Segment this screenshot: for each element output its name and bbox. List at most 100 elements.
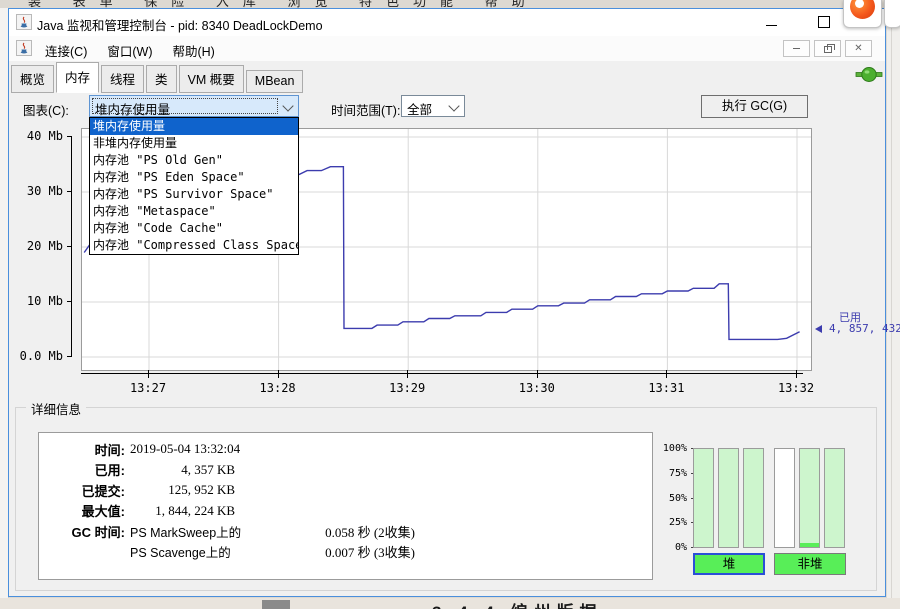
heap-pool-bar: [693, 448, 714, 548]
tab-概览[interactable]: 概览: [11, 65, 54, 93]
heap-pool-bar: [718, 448, 739, 548]
dropdown-item[interactable]: 堆内存使用量: [90, 118, 298, 135]
background-window-top-strip: 装 表单 保险 入库 浏览 特色功能 帮助: [0, 0, 900, 8]
dropdown-item[interactable]: 内存池 "PS Survivor Space": [90, 186, 298, 203]
gc-collector-name: PS Scavenge上的: [130, 542, 285, 561]
detail-row-committed: 已提交: 125, 952 KB: [39, 480, 652, 501]
x-tick-label: 13:32: [774, 381, 818, 395]
detail-label: 已提交:: [39, 481, 125, 500]
y-tick-mark: [67, 246, 72, 247]
browser-icon-card-2[interactable]: [884, 0, 900, 28]
x-tick-label: 13:28: [256, 381, 300, 395]
detail-value: 125, 952 KB: [125, 482, 235, 498]
frame-restore-icon: [824, 46, 832, 53]
nonheap-pool-bar: [774, 448, 795, 548]
background-menu-fragment: 装 表单 保险 入库 浏览 特色功能 帮助: [28, 0, 539, 8]
window-minimize-button[interactable]: [756, 13, 786, 31]
dropdown-item[interactable]: 内存池 "Metaspace": [90, 203, 298, 220]
x-tick-label: 13:27: [126, 381, 170, 395]
detail-label: 已用:: [39, 460, 125, 479]
frame-close-button[interactable]: ✕: [845, 40, 872, 57]
menu-bar: 连接(C) 窗口(W) 帮助(H) ✕: [9, 36, 885, 62]
dropdown-item[interactable]: 内存池 "Compressed Class Space": [90, 237, 298, 254]
dropdown-item[interactable]: 非堆内存使用量: [90, 135, 298, 152]
connection-status-icon: [855, 66, 883, 83]
browser-icon-card[interactable]: [843, 0, 882, 28]
nonheap-pool-bar: [799, 448, 820, 548]
bar-usage-strip: [800, 543, 819, 547]
dropdown-item[interactable]: 内存池 "PS Old Gen": [90, 152, 298, 169]
detail-value: 1, 844, 224 KB: [125, 503, 235, 519]
chart-combo-label: 图表(C):: [23, 100, 69, 119]
tab-类[interactable]: 类: [146, 65, 177, 93]
bar-fill: [800, 449, 819, 547]
gauge-percent-label: 50%: [657, 493, 687, 504]
y-tick-label: 40 Mb: [9, 129, 63, 143]
tab-MBean[interactable]: MBean: [246, 70, 304, 93]
menu-item[interactable]: 帮助(H): [166, 41, 220, 60]
perform-gc-button[interactable]: 执行 GC(G): [701, 95, 808, 118]
y-tick-mark: [67, 191, 72, 192]
maximize-icon: [818, 16, 830, 28]
chevron-down-icon: [448, 100, 459, 111]
tab-VM 概要[interactable]: VM 概要: [179, 65, 244, 93]
title-bar: Java 监视和管理控制台 - pid: 8340 DeadLockDemo: [9, 9, 885, 36]
nonheap-pool-bar: [824, 448, 845, 548]
detail-label: 时间:: [39, 440, 125, 459]
y-tick-mark: [67, 356, 72, 357]
background-right-strip: [887, 8, 900, 598]
window-title: Java 监视和管理控制台 - pid: 8340 DeadLockDemo: [37, 15, 323, 34]
tab-线程[interactable]: 线程: [101, 65, 144, 93]
x-tick-mark: [537, 370, 538, 378]
chart-combo-value: 堆内存使用量: [95, 99, 170, 118]
y-tick-label: 0.0 Mb: [9, 349, 63, 363]
background-bottom-box: [262, 600, 290, 609]
window-maximize-button[interactable]: [809, 13, 839, 31]
detail-row-gc-scavenge: PS Scavenge上的 0.007 秒 (3收集): [39, 542, 652, 563]
nonheap-gauge-button[interactable]: 非堆: [774, 553, 846, 575]
x-tick-label: 13:31: [644, 381, 688, 395]
menu-item[interactable]: 窗口(W): [101, 41, 158, 60]
tab-内存[interactable]: 内存: [56, 62, 99, 93]
frame-restore-button[interactable]: [814, 40, 841, 57]
gc-collector-value: 0.007 秒 (3收集): [285, 542, 415, 561]
bar-fill: [694, 449, 713, 547]
detail-row-max: 最大值: 1, 844, 224 KB: [39, 501, 652, 522]
range-combo-value: 全部: [407, 99, 432, 118]
gauge-percent-label: 25%: [657, 517, 687, 528]
detail-label: GC 时间:: [39, 522, 125, 541]
gauge-percent-label: 100%: [657, 443, 687, 454]
y-tick-label: 10 Mb: [9, 294, 63, 308]
minimize-icon: [766, 25, 777, 26]
time-range-combobox[interactable]: 全部: [401, 95, 465, 117]
detail-row-time: 时间: 2019-05-04 13:32:04: [39, 439, 652, 460]
jconsole-window: Java 监视和管理控制台 - pid: 8340 DeadLockDemo 连…: [8, 8, 886, 597]
background-bottom-strip: 3.4.4 编州版据: [0, 598, 900, 609]
bar-fill: [825, 449, 844, 547]
dropdown-item[interactable]: 内存池 "PS Eden Space": [90, 169, 298, 186]
heap-pool-bar: [743, 448, 764, 548]
legend-marker-icon: [815, 325, 822, 333]
gauge-percent-label: 75%: [657, 468, 687, 479]
x-tick-mark: [796, 370, 797, 378]
x-tick-mark: [148, 370, 149, 378]
java-menu-icon: [16, 40, 32, 56]
y-tick-label: 30 Mb: [9, 184, 63, 198]
details-panel: 时间: 2019-05-04 13:32:04 已用: 4, 357 KB 已提…: [38, 432, 653, 580]
detail-value: 2019-05-04 13:32:04: [130, 441, 240, 457]
x-tick-mark: [666, 370, 667, 378]
x-tick-label: 13:29: [385, 381, 429, 395]
chart-type-combobox[interactable]: 堆内存使用量: [89, 95, 299, 117]
detail-row-gc-marksweep: GC 时间: PS MarkSweep上的 0.058 秒 (2收集): [39, 521, 652, 542]
menu-bar-items: 连接(C) 窗口(W) 帮助(H): [39, 41, 229, 60]
chart-x-axis-line: [81, 373, 803, 374]
chevron-down-icon: [282, 100, 293, 111]
heap-gauge-button[interactable]: 堆: [693, 553, 765, 575]
frame-minimize-button[interactable]: [783, 40, 810, 57]
dropdown-item[interactable]: 内存池 "Code Cache": [90, 220, 298, 237]
bar-fill: [744, 449, 763, 547]
menu-item[interactable]: 连接(C): [39, 41, 93, 60]
x-tick-mark: [407, 370, 408, 378]
detail-label: 最大值:: [39, 501, 125, 520]
y-tick-mark: [67, 301, 72, 302]
